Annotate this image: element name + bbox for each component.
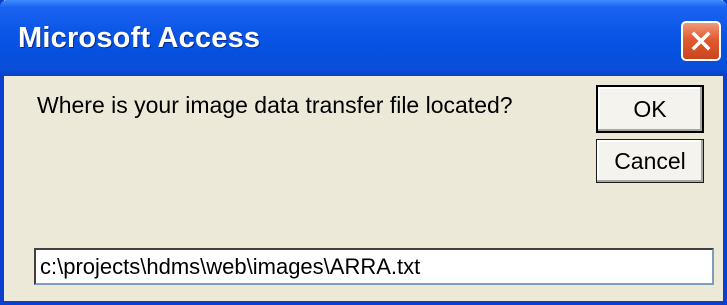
cancel-button[interactable]: Cancel — [596, 139, 704, 183]
input-dialog-window: Microsoft Access Where is your image dat… — [0, 0, 727, 305]
ok-button[interactable]: OK — [596, 85, 704, 133]
close-icon — [690, 30, 712, 52]
title-bar[interactable]: Microsoft Access — [0, 0, 727, 76]
window-title: Microsoft Access — [18, 22, 261, 54]
file-path-input[interactable] — [34, 248, 714, 285]
close-button[interactable] — [681, 21, 721, 61]
dialog-prompt: Where is your image data transfer file l… — [37, 92, 513, 118]
